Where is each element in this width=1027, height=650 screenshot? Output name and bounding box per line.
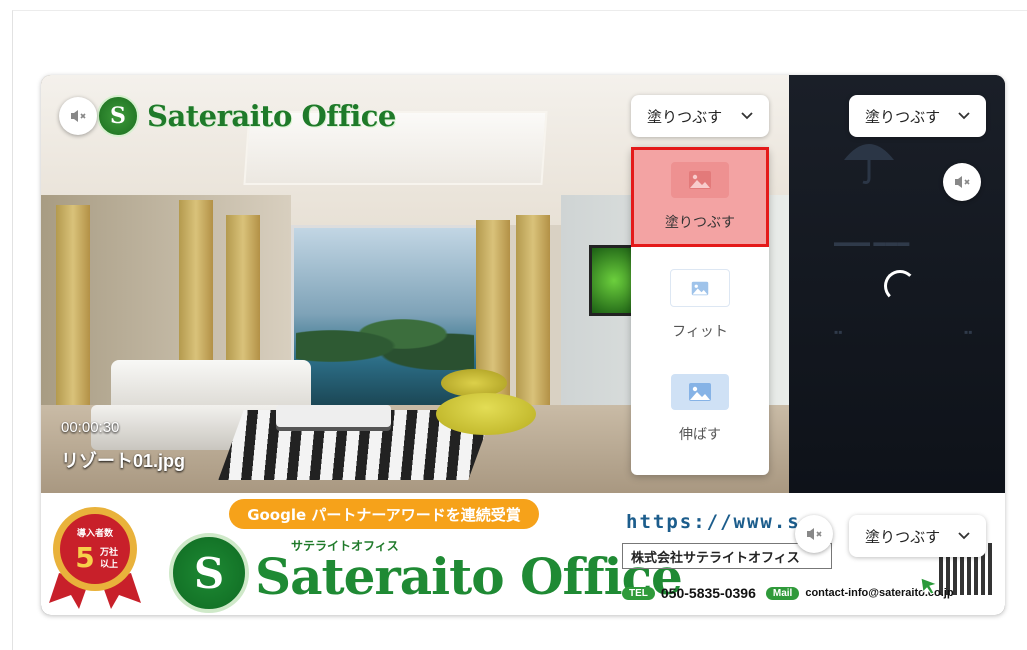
weather-slide[interactable]: ▬▬▬ ▬▬▬ ▪▪ ▪▪ [789, 75, 1005, 493]
fit-option-label: 塗りつぶす [664, 215, 736, 231]
signage-preview: S Sateraito Office 00:00:30 リゾート01.jpg ▬… [41, 75, 1005, 615]
medal-number: 5 [75, 541, 94, 574]
slide-timecode: 00:00:30 [61, 419, 120, 436]
curtain [56, 205, 90, 425]
tel-tag: TEL [622, 586, 655, 600]
fit-thumb [670, 269, 730, 307]
chevron-down-icon [958, 112, 970, 120]
select-value: 塗りつぶす [865, 107, 941, 126]
window-trees [296, 310, 474, 370]
image-icon [691, 281, 709, 295]
loading-spinner-icon [884, 270, 916, 302]
room-ottoman [436, 393, 536, 435]
volume-mute-icon [71, 110, 86, 122]
mute-button[interactable] [795, 515, 833, 553]
slide-logo: S Sateraito Office [97, 95, 396, 137]
fit-option-stretch[interactable]: 伸ばす [631, 359, 769, 459]
chevron-down-icon [958, 532, 970, 540]
weather-text: ▬▬▬ ▬▬▬ [834, 235, 910, 249]
fit-option-fill[interactable]: 塗りつぶす [631, 147, 769, 247]
image-icon [689, 383, 711, 401]
weather-text: ▪▪ [964, 325, 973, 339]
fit-option-label: フィット [672, 324, 728, 340]
banner-url: https://www.sra [626, 511, 876, 533]
room-coffee-table [276, 405, 391, 427]
curtain [516, 215, 550, 405]
logo-seal-icon: S [97, 95, 139, 137]
fit-option-label: 伸ばす [679, 427, 721, 443]
umbrella-icon [844, 144, 894, 184]
medal-sub: 以上 [100, 558, 118, 570]
award-medal-icon: 導入者数 5 万社 以上 [49, 507, 141, 609]
banner-brand: Sateraito Office [255, 547, 683, 606]
volume-mute-icon [807, 528, 822, 540]
select-value: 塗りつぶす [865, 527, 941, 546]
company-seal-icon: S [169, 533, 249, 613]
mouse-cursor-icon [920, 577, 939, 595]
banner-phone: 050-5835-0396 [660, 585, 756, 601]
logo-text: Sateraito Office [147, 99, 396, 133]
weather-fit-select[interactable]: 塗りつぶす [849, 95, 986, 137]
medal-unit: 万社 [99, 546, 118, 558]
weather-text: ▪▪ [834, 325, 843, 339]
mail-tag: Mail [765, 586, 800, 600]
slide-filename: リゾート01.jpg [61, 451, 186, 471]
fit-dropdown-menu: 塗りつぶす フィット 伸ばす [631, 147, 769, 475]
chevron-down-icon [741, 112, 753, 120]
medal-top-text: 導入者数 [77, 527, 114, 539]
image-icon [689, 171, 711, 189]
main-fit-select[interactable]: 塗りつぶす [631, 95, 769, 137]
award-ribbon: Google パートナーアワードを連続受賞 [229, 499, 539, 529]
volume-mute-icon [955, 176, 970, 188]
fit-option-fit[interactable]: フィット [631, 255, 769, 355]
mute-button[interactable] [943, 163, 981, 201]
stretch-thumb [671, 374, 729, 410]
select-value: 塗りつぶす [647, 107, 723, 126]
banner-contact: TEL 050-5835-0396 Mail contact-info@sate… [622, 585, 954, 601]
banner-url-text: https://www.s [626, 511, 801, 533]
mute-button[interactable] [59, 97, 97, 135]
fill-thumb [671, 162, 729, 198]
banner-fit-select[interactable]: 塗りつぶす [849, 515, 986, 557]
